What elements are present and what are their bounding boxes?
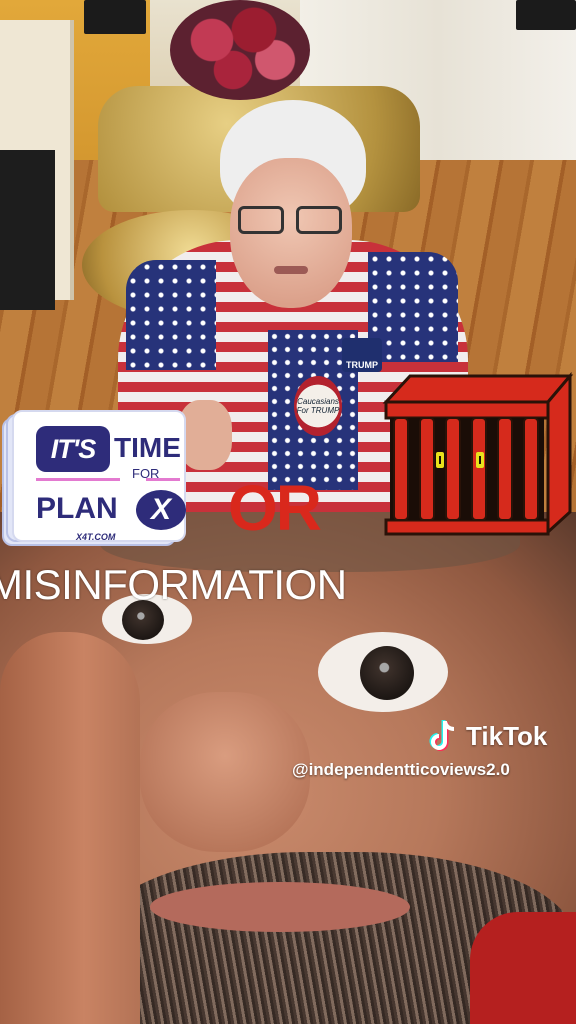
for-label: FOR [132, 466, 160, 481]
cage-icon [382, 372, 574, 536]
nose [140, 692, 310, 852]
speaker-right [516, 0, 576, 30]
time-label: TIME [114, 432, 181, 463]
campaign-button: Caucasians For TRUMP [294, 376, 342, 436]
lips [150, 882, 410, 932]
plan-x-sticker: IT'S TIME FOR PLAN X X4T.COM [2, 404, 186, 546]
x-circle-logo: X [136, 490, 186, 530]
tiktok-brand: TikTok [466, 720, 548, 751]
creator-handle: @independentticoviews2.0 [292, 760, 510, 779]
caption-text: MISINFORMATION [0, 561, 347, 608]
fireplace [0, 20, 74, 310]
flower-arrangement [170, 0, 310, 100]
trump-pin: TRUMP [342, 338, 382, 372]
tiktok-watermark: TikTok [428, 716, 547, 756]
face [230, 158, 352, 308]
hand [178, 400, 232, 470]
right-eye [318, 632, 448, 712]
tiktok-logo-icon [429, 720, 455, 751]
its-label: IT'S [36, 426, 110, 472]
plan-label: PLAN [36, 492, 118, 525]
hand-on-face [0, 632, 140, 1024]
red-shirt [470, 912, 576, 1024]
site-label: X4T.COM [76, 532, 116, 542]
video-frame[interactable]: TRUMP Caucasians For TRUMP IT'S TIME FOR… [0, 0, 576, 1024]
speaker-left [84, 0, 146, 34]
glasses [236, 206, 346, 236]
or-text: OR [228, 472, 322, 544]
